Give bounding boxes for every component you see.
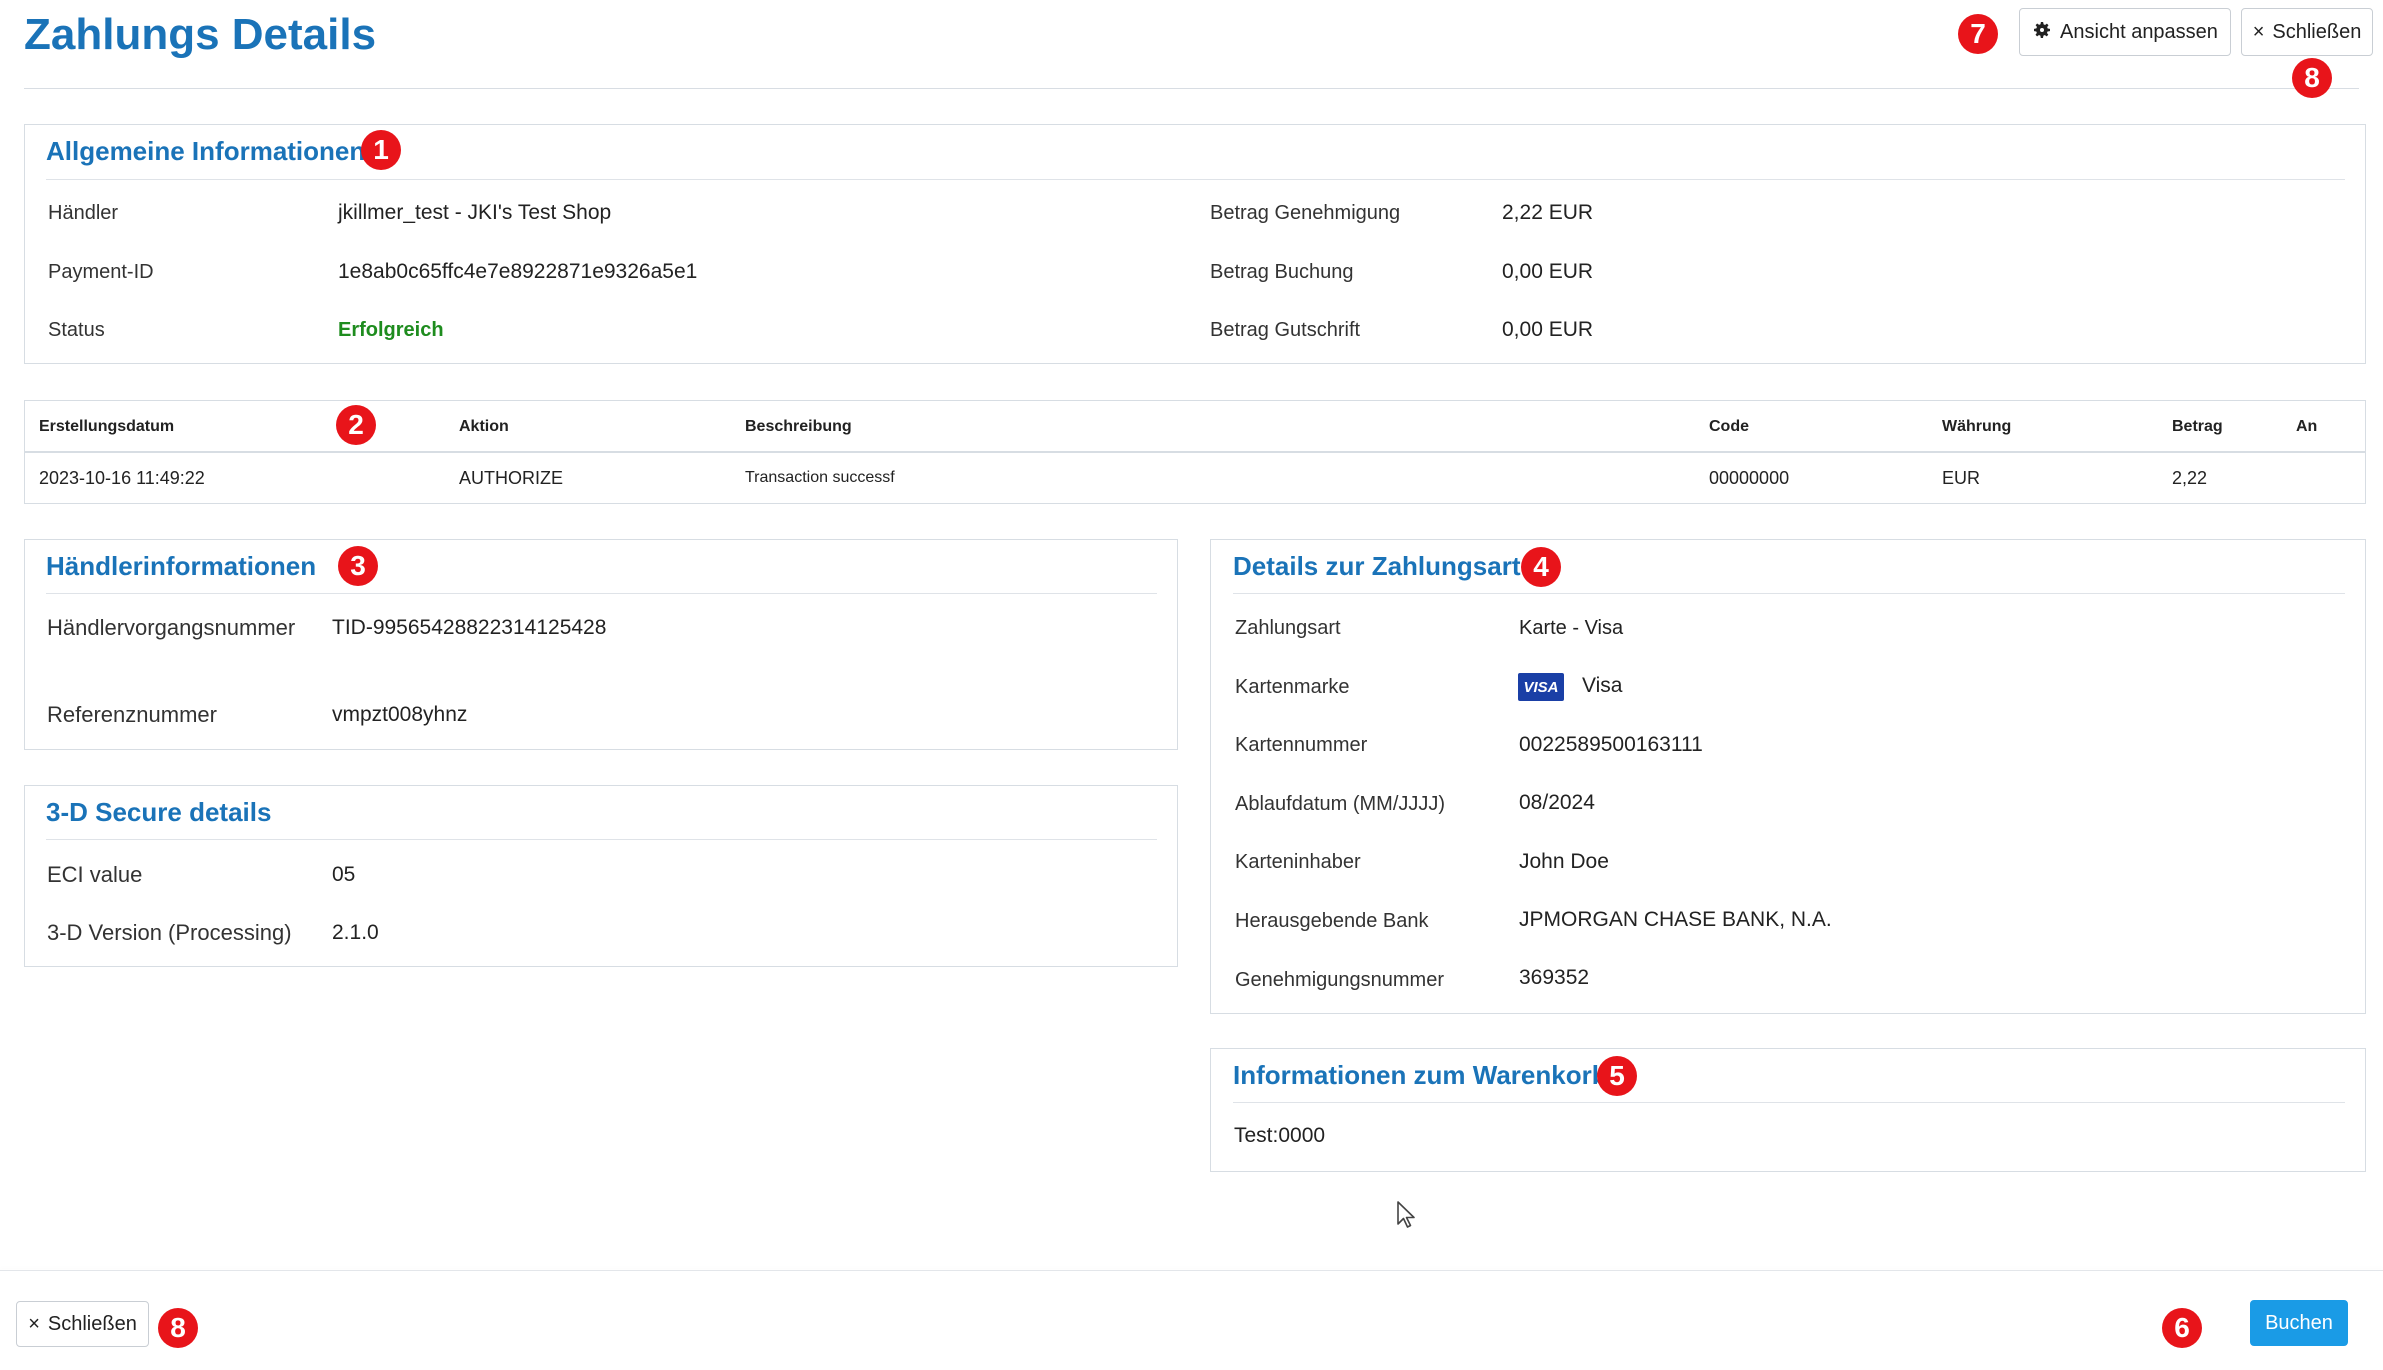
payment-type-value: Karte - Visa [1519, 617, 1624, 639]
amount-authorized-value: 2,22 EUR [1502, 201, 1594, 224]
3d-secure-panel: 3-D Secure details ECI value 05 3-D Vers… [24, 785, 1178, 967]
amount-booked-value: 0,00 EUR [1502, 260, 1594, 283]
cell-description: Transaction successf [745, 469, 895, 486]
transactions-table: Erstellungsdatum 2 Aktion Beschreibung C… [24, 400, 2366, 504]
annotation-badge-1: 1 [361, 130, 401, 170]
close-button-top[interactable]: × Schließen [2241, 8, 2373, 56]
book-button-label: Buchen [2265, 1311, 2333, 1334]
annotation-badge-2: 2 [336, 405, 376, 445]
close-icon: × [28, 1313, 40, 1335]
book-button[interactable]: Buchen [2250, 1300, 2348, 1346]
issuing-bank-label: Herausgebende Bank [1235, 910, 1429, 932]
page-title: Zahlungs Details [24, 10, 377, 59]
general-info-panel: Allgemeine Informationen 1 Händler jkill… [24, 124, 2366, 364]
merchant-label: Händler [48, 202, 119, 224]
annotation-badge-4: 4 [1521, 547, 1561, 587]
reference-number-value: vmpzt008yhnz [332, 703, 468, 726]
panel-divider [46, 839, 1157, 840]
view-settings-button[interactable]: Ansicht anpassen [2019, 8, 2231, 56]
eci-value: 05 [332, 863, 356, 886]
amount-credited-value: 0,00 EUR [1502, 318, 1594, 341]
cart-info-panel: Informationen zum Warenkorb 5 Test:0000 [1210, 1048, 2366, 1172]
annotation-badge-8-bottom: 8 [158, 1308, 198, 1348]
general-info-title: Allgemeine Informationen [46, 136, 366, 166]
reference-number-label: Referenznummer [47, 702, 217, 727]
payment-method-title: Details zur Zahlungsart [1233, 551, 1521, 581]
payment-id-value: 1e8ab0c65ffc4e7e8922871e9326a5e1 [338, 260, 698, 283]
close-button-bottom[interactable]: × Schließen [16, 1301, 149, 1347]
annotation-badge-5: 5 [1597, 1056, 1637, 1096]
issuing-bank-value: JPMORGAN CHASE BANK, N.A. [1519, 908, 1832, 931]
column-header-date[interactable]: Erstellungsdatum [39, 418, 174, 436]
panel-divider [46, 593, 1157, 594]
cell-currency: EUR [1942, 468, 1981, 488]
merchant-info-title: Händlerinformationen [46, 551, 317, 581]
3d-version-label: 3-D Version (Processing) [47, 920, 292, 945]
card-brand-value: Visa [1582, 674, 1623, 697]
eci-value-label: ECI value [47, 862, 143, 887]
annotation-badge-3: 3 [338, 546, 378, 586]
close-icon: × [2252, 21, 2265, 43]
table-header-divider [25, 451, 2365, 453]
amount-credited-label: Betrag Gutschrift [1210, 319, 1361, 341]
column-header-an[interactable]: An [2296, 418, 2317, 436]
annotation-badge-7: 7 [1958, 14, 1998, 54]
cell-code: 00000000 [1709, 468, 1790, 488]
card-number-value: 0022589500163111 [1519, 733, 1703, 756]
amount-booked-label: Betrag Buchung [1210, 261, 1354, 283]
card-brand-label: Kartenmarke [1235, 676, 1350, 698]
column-header-currency[interactable]: Währung [1942, 418, 2011, 436]
authorization-number-value: 369352 [1519, 966, 1590, 989]
payment-method-panel: Details zur Zahlungsart 4 Zahlungsart Ka… [1210, 539, 2366, 1014]
payment-type-label: Zahlungsart [1235, 617, 1341, 639]
card-number-label: Kartennummer [1235, 734, 1368, 756]
expiry-date-value: 08/2024 [1519, 791, 1595, 814]
column-header-description[interactable]: Beschreibung [745, 418, 852, 436]
view-settings-label: Ansicht anpassen [2060, 20, 2218, 43]
close-button-bottom-label: Schließen [47, 1312, 137, 1335]
header-divider [24, 88, 2359, 89]
cell-date: 2023-10-16 11:49:22 [39, 468, 205, 488]
3d-version-value: 2.1.0 [332, 921, 379, 944]
column-header-amount[interactable]: Betrag [2172, 418, 2223, 436]
expiry-date-label: Ablaufdatum (MM/JJJJ) [1235, 793, 1446, 815]
panel-divider [1233, 1102, 2345, 1103]
column-header-code[interactable]: Code [1709, 418, 1749, 436]
cell-action: AUTHORIZE [459, 468, 564, 488]
merchant-value: jkillmer_test - JKI's Test Shop [338, 201, 612, 224]
column-header-action[interactable]: Aktion [459, 418, 509, 436]
annotation-badge-6: 6 [2162, 1308, 2202, 1348]
amount-authorized-label: Betrag Genehmigung [1210, 202, 1401, 224]
payment-id-label: Payment-ID [48, 261, 154, 283]
cart-info-title: Informationen zum Warenkorb [1233, 1060, 1608, 1090]
panel-divider [46, 179, 2345, 180]
footer-divider [0, 1270, 2383, 1271]
annotation-badge-8-top: 8 [2292, 58, 2332, 98]
merchant-transaction-number-label: Händlervorgangsnummer [47, 615, 296, 640]
visa-logo-icon: VISA [1518, 673, 1564, 701]
mouse-cursor-icon [1396, 1200, 1418, 1230]
status-badge: Erfolgreich [338, 319, 444, 341]
merchant-info-panel: Händlerinformationen 3 Händlervorgangsnu… [24, 539, 1178, 750]
cardholder-value: John Doe [1519, 850, 1609, 873]
status-label: Status [48, 319, 105, 341]
authorization-number-label: Genehmigungsnummer [1235, 969, 1444, 991]
close-button-top-label: Schließen [2272, 20, 2362, 43]
gear-icon [2032, 20, 2052, 44]
panel-divider [1233, 593, 2345, 594]
cardholder-label: Karteninhaber [1235, 851, 1361, 873]
3d-secure-title: 3-D Secure details [46, 797, 272, 827]
cart-value: Test:0000 [1234, 1124, 1326, 1147]
cell-amount: 2,22 [2172, 468, 2208, 488]
merchant-transaction-number-value: TID-99565428822314125428 [332, 616, 607, 639]
